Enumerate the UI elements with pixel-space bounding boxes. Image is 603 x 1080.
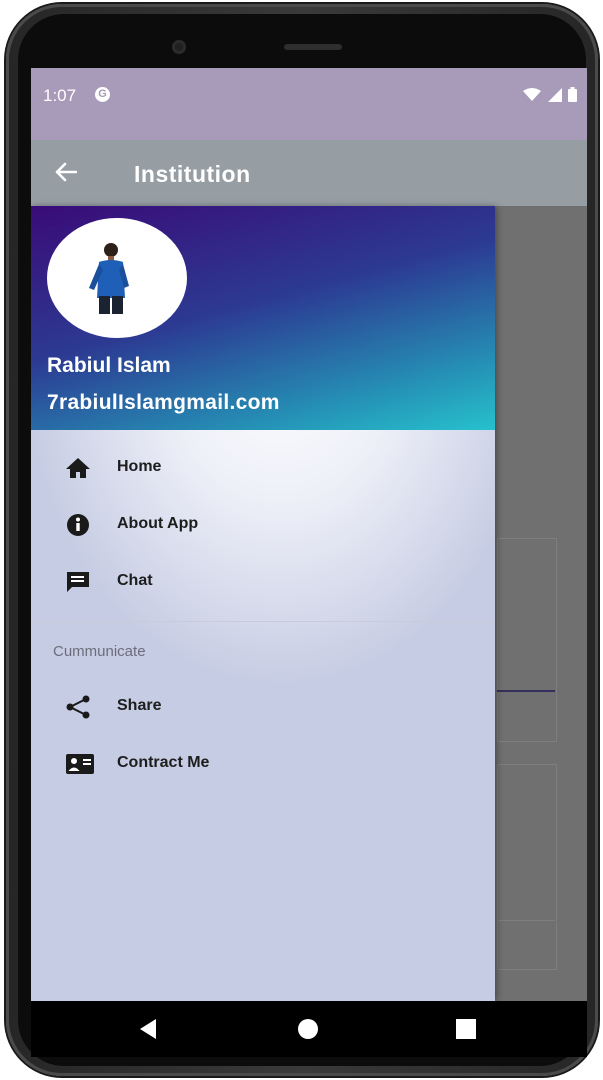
- user-name: Rabiul Islam: [47, 354, 171, 377]
- recents-square-icon[interactable]: [455, 1018, 477, 1045]
- home-circle-icon[interactable]: [297, 1018, 319, 1045]
- background-card: [497, 764, 557, 970]
- user-email: 7rabiulIslamgmail.com: [47, 391, 280, 414]
- app-title: Institution: [134, 161, 251, 187]
- notification-icon: G: [95, 87, 110, 102]
- status-icons: [521, 86, 577, 104]
- background-underline: [497, 690, 555, 692]
- drawer-header: Rabiul Islam 7rabiulIslamgmail.com: [31, 206, 495, 430]
- menu-item-label: Share: [117, 697, 162, 714]
- wifi-icon: [523, 87, 542, 101]
- menu-item-home[interactable]: Home: [31, 440, 495, 496]
- earpiece-speaker: [284, 44, 342, 50]
- menu-item-share[interactable]: Share: [31, 679, 495, 735]
- status-time: 1:07: [43, 86, 77, 105]
- share-icon: [65, 695, 91, 719]
- info-icon: [65, 513, 91, 537]
- battery-icon: [568, 87, 577, 103]
- arrow-back-icon[interactable]: [55, 162, 78, 187]
- avatar[interactable]: [47, 218, 187, 338]
- front-camera: [172, 40, 186, 54]
- profile-photo: [89, 243, 129, 314]
- menu-item-about-app[interactable]: About App: [31, 497, 495, 553]
- menu-item-label: Home: [117, 458, 162, 475]
- home-icon: [65, 456, 91, 480]
- menu-item-chat[interactable]: Chat: [31, 554, 495, 610]
- navigation-drawer: Rabiul Islam 7rabiulIslamgmail.com Home …: [31, 206, 495, 1001]
- background-card: [497, 538, 557, 742]
- contact-card-icon: [65, 752, 94, 776]
- device-screen: 1:07 G Institution Rabiul Islam 7rabiulI…: [31, 68, 587, 1001]
- drawer-divider: [31, 621, 495, 622]
- menu-item-label: Contract Me: [117, 754, 210, 771]
- app-bar: Institution: [31, 140, 587, 206]
- chat-icon: [65, 570, 91, 594]
- back-triangle-icon[interactable]: [137, 1017, 159, 1046]
- system-navigation-bar: [31, 1001, 587, 1057]
- signal-icon: [547, 87, 562, 102]
- section-title: Cummunicate: [53, 643, 146, 660]
- menu-item-contract-me[interactable]: Contract Me: [31, 736, 495, 792]
- background-content-scrim: [497, 206, 587, 1001]
- menu-item-label: About App: [117, 515, 199, 532]
- menu-item-label: Chat: [117, 572, 153, 589]
- status-bar: 1:07 G: [31, 68, 587, 140]
- background-divider: [497, 920, 555, 921]
